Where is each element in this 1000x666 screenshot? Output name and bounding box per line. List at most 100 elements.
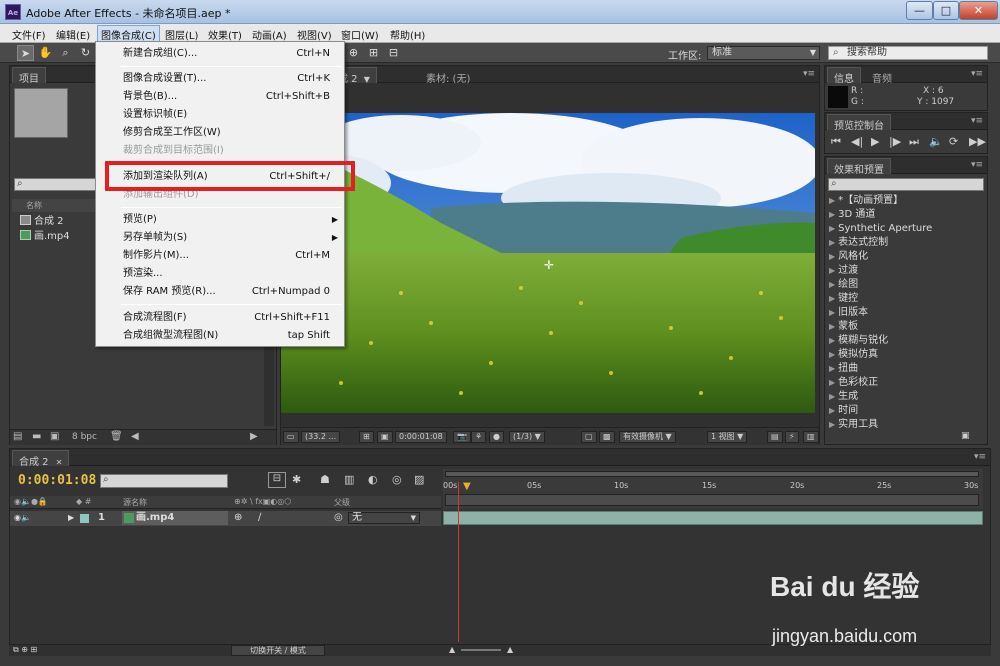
timeline-search-input[interactable]: ⌕ — [100, 474, 228, 488]
effect-category[interactable]: ▶ 模糊与锐化 — [829, 334, 888, 348]
graph-editor-icon[interactable]: ▨ — [414, 473, 424, 486]
layer-duration-bar[interactable] — [443, 511, 983, 525]
zoom-tool-icon[interactable]: ⌕ — [57, 45, 74, 61]
tab-effects-presets[interactable]: 效果和预置 — [827, 158, 891, 176]
maximize-button[interactable]: □ — [933, 1, 959, 20]
help-search-input[interactable]: ⌕ 搜索帮助 — [828, 46, 988, 60]
play-icon[interactable]: ▶ — [871, 135, 879, 148]
effect-category[interactable]: ▶ 表达式控制 — [829, 236, 888, 250]
always-preview-icon[interactable]: ▭ — [283, 431, 299, 443]
project-column-header[interactable]: 名称 — [12, 199, 97, 212]
effect-category[interactable]: ▶ Synthetic Aperture — [829, 222, 932, 236]
tab-preview[interactable]: 预览控制台 — [827, 114, 891, 132]
mute-audio-icon[interactable]: 🔈 — [929, 135, 943, 148]
parent-pickwhip-icon[interactable]: ◎ — [334, 512, 343, 523]
workspace-select[interactable]: 标准 ▼ — [707, 46, 820, 60]
effect-category[interactable]: ▶ 绘图 — [829, 278, 858, 292]
last-frame-icon[interactable]: ⏭ — [909, 135, 919, 149]
quality-switch-icon[interactable]: ∕ — [258, 512, 261, 523]
panel-menu-icon[interactable]: ▾≡ — [971, 160, 983, 170]
table-row[interactable]: ◉🔈 ▶ 1 画.mp4 ⊕ ∕ ◎ 无 ▼ — [10, 511, 441, 526]
menu-edit[interactable]: 编辑(E) — [53, 26, 93, 43]
region-of-interest-icon[interactable]: ▢ — [581, 431, 597, 443]
menu-item-trim-to-work-area[interactable]: 修剪合成至工作区(W) — [123, 124, 330, 141]
new-folder-icon[interactable]: ▣ — [961, 431, 970, 441]
effect-category[interactable]: ▶ 扭曲 — [829, 362, 858, 376]
draft-3d-icon[interactable]: ✱ — [292, 473, 301, 486]
close-icon[interactable]: ✕ — [56, 458, 63, 467]
effect-category[interactable]: ▶ 风格化 — [829, 250, 868, 264]
menu-item-set-poster-time[interactable]: 设置标识帧(E) — [123, 106, 330, 123]
folder-icon[interactable]: ▬ — [32, 431, 41, 442]
menu-item-save-frame-as[interactable]: 另存单帧为(S) ▶ — [123, 229, 338, 246]
tab-info[interactable]: 信息 — [827, 67, 861, 85]
effect-category[interactable]: ▶ 生成 — [829, 390, 858, 404]
current-time-display[interactable]: 0:00:01:08 — [18, 473, 96, 488]
menu-help[interactable]: 帮助(H) — [387, 26, 428, 43]
parent-select[interactable]: 无 ▼ — [348, 512, 420, 524]
menu-item-composition-flowchart[interactable]: 合成流程图(F) Ctrl+Shift+F11 — [123, 309, 330, 326]
frame-blending-icon[interactable]: ▥ — [344, 473, 354, 486]
camera-select[interactable]: 有效摄像机 ▼ — [619, 431, 676, 443]
close-button[interactable]: ✕ — [959, 1, 998, 20]
effect-category[interactable]: ▶ 蒙板 — [829, 320, 858, 334]
new-comp-icon[interactable]: ▣ — [50, 431, 59, 442]
timeline-navigator[interactable] — [445, 494, 979, 506]
view-axis-icon[interactable]: ⊟ — [385, 45, 402, 61]
label-color-swatch[interactable] — [80, 514, 89, 523]
work-area-bar[interactable] — [445, 471, 979, 477]
expand-triangle-icon[interactable]: ▶ — [68, 513, 74, 522]
toggle-pixel-icon[interactable]: ▤ — [767, 431, 783, 443]
hide-shy-layers-icon[interactable]: ☗ — [320, 473, 330, 486]
project-search-input[interactable]: ⌕ — [14, 178, 100, 191]
first-frame-icon[interactable]: ⏮ — [831, 135, 841, 149]
motion-blur-icon[interactable]: ◐ — [368, 473, 378, 486]
scroll-right-icon[interactable]: ▶ — [250, 431, 258, 442]
expand-switches-icon[interactable]: ⧉ ⊕ ⊞ — [13, 645, 37, 655]
list-item[interactable]: 合成 2 — [20, 215, 64, 229]
previous-frame-icon[interactable]: ◀| — [851, 135, 863, 148]
menu-item-save-ram-preview[interactable]: 保存 RAM 预览(R)... Ctrl+Numpad 0 — [123, 283, 330, 300]
composition-frame[interactable]: ✛ — [281, 113, 815, 413]
source-name-header[interactable]: 源名称 — [123, 497, 147, 508]
next-frame-icon[interactable]: |▶ — [889, 135, 901, 148]
menu-item-composition-settings[interactable]: 图像合成设置(T)... Ctrl+K — [123, 70, 330, 87]
toggle-switches-modes-button[interactable]: 切换开关 / 模式 — [231, 645, 325, 656]
list-item[interactable]: 画.mp4 — [20, 230, 70, 244]
layer-name[interactable]: 画.mp4 — [122, 511, 228, 525]
interpret-footage-icon[interactable]: ▤ — [13, 431, 22, 442]
zoom-slider[interactable] — [461, 649, 501, 651]
axis-tool-icon[interactable]: ⊕ — [345, 45, 362, 61]
effect-category[interactable]: ▶ 时间 — [829, 404, 858, 418]
world-axis-icon[interactable]: ⊞ — [365, 45, 382, 61]
panel-menu-icon[interactable]: ▾≡ — [971, 69, 983, 79]
effect-category[interactable]: ▶ 旧版本 — [829, 306, 868, 320]
safe-zones-icon[interactable]: ⊞ — [359, 431, 374, 443]
effect-category[interactable]: ▶ 实用工具 — [829, 418, 878, 432]
effect-category[interactable]: ▶ 色彩校正 — [829, 376, 878, 390]
scroll-left-icon[interactable]: ◀ — [131, 431, 139, 442]
show-snapshot-icon[interactable]: ⚘ — [471, 431, 487, 443]
panel-menu-icon[interactable]: ▾≡ — [803, 69, 815, 79]
loop-icon[interactable]: ⟳ — [949, 135, 958, 148]
panel-menu-icon[interactable]: ▾≡ — [971, 116, 983, 126]
menu-item-background-color[interactable]: 背景色(B)... Ctrl+Shift+B — [123, 88, 330, 105]
panel-menu-icon[interactable]: ▾≡ — [974, 452, 986, 462]
comp-mini-flowchart-icon[interactable]: ⊟ — [268, 472, 286, 488]
minimize-button[interactable]: — — [906, 1, 933, 20]
transparency-grid-icon[interactable]: ▩ — [599, 431, 615, 443]
menu-item-pre-render[interactable]: 预渲染... — [123, 265, 330, 282]
timeline-icon[interactable]: ▥ — [803, 431, 819, 443]
menu-item-new-composition[interactable]: 新建合成组(C)... Ctrl+N — [123, 45, 330, 62]
shy-switch-icon[interactable]: ⊕ — [234, 512, 242, 523]
effect-category[interactable]: ▶ *【动画预置】 — [829, 194, 903, 208]
bit-depth-button[interactable]: 8 bpc — [72, 432, 97, 442]
rotate-tool-icon[interactable]: ↻ — [77, 45, 94, 61]
tab-footage[interactable]: 素材: (无) — [419, 67, 477, 85]
snapshot-icon[interactable]: 📷 — [453, 431, 471, 443]
tab-audio[interactable]: 音频 — [865, 67, 899, 85]
menu-item-preview[interactable]: 预览(P) ▶ — [123, 211, 338, 228]
zoom-select[interactable]: (33.2 ... — [301, 431, 341, 443]
menu-file[interactable]: 文件(F) — [9, 26, 49, 43]
ram-preview-icon[interactable]: ▶▶ — [969, 135, 986, 148]
